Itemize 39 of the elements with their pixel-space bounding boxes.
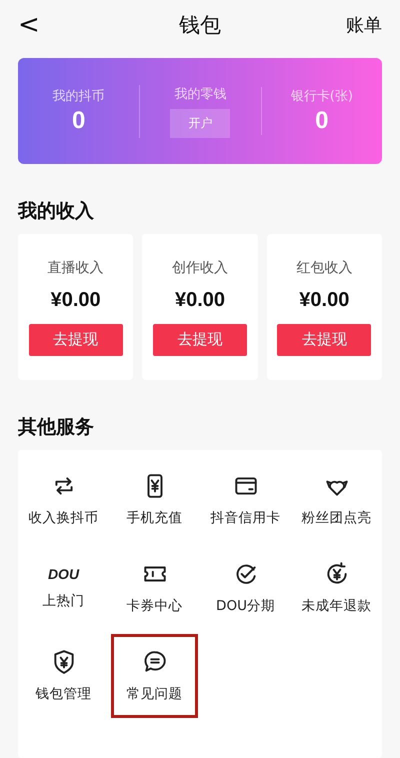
balance-label: 银行卡(张) [290, 88, 353, 105]
service-item[interactable]: 收入换抖币 [20, 458, 107, 542]
income-amount: ¥0.00 [50, 288, 101, 312]
withdraw-button[interactable]: 去提现 [277, 324, 372, 356]
withdraw-button[interactable]: 去提现 [152, 324, 247, 356]
withdraw-button[interactable]: 去提现 [28, 324, 123, 356]
service-label[interactable]: 卡券中心 [126, 597, 182, 615]
service-item[interactable]: DOU 上热门 [20, 546, 107, 630]
service-label[interactable]: 收入换抖币 [28, 509, 98, 527]
income-label: 直播收入 [48, 258, 104, 276]
service-label[interactable]: 未成年退款 [302, 597, 372, 615]
service-item[interactable]: DOU分期 [202, 546, 289, 630]
service-label[interactable]: 抖音信用卡 [210, 509, 280, 527]
income-label: 红包收入 [296, 258, 352, 276]
balance-label: 我的零钱 [174, 86, 226, 102]
service-label[interactable]: 上热门 [42, 592, 84, 610]
service-label[interactable]: DOU分期 [216, 597, 275, 615]
service-item[interactable]: 抖音信用卡 [202, 458, 289, 542]
service-label[interactable]: 常见问题 [126, 685, 182, 703]
service-item[interactable]: 粉丝团点亮 [293, 458, 380, 542]
service-label[interactable]: 钱包管理 [36, 685, 92, 703]
balance-value: 0 [72, 107, 86, 135]
service-item[interactable]: 手机充值 [111, 458, 198, 542]
back-button[interactable]: < [18, 10, 58, 40]
service-label[interactable]: 手机充值 [126, 509, 182, 527]
balance-value: 0 [315, 107, 328, 135]
page-title: 钱包 [179, 12, 221, 39]
balance-label: 我的抖币 [52, 88, 105, 105]
service-item[interactable]: 钱包管理 [20, 634, 107, 718]
section-title: 其他服务 [17, 415, 95, 440]
income-label: 创作收入 [172, 258, 228, 276]
service-label[interactable]: 粉丝团点亮 [302, 509, 372, 527]
section-title: 我的收入 [16, 199, 95, 224]
dou-logo-icon: DOU [48, 566, 80, 582]
service-item[interactable]: 卡券中心 [111, 546, 198, 630]
service-item[interactable]: 未成年退款 [293, 546, 380, 630]
income-amount: ¥0.00 [174, 288, 226, 312]
income-amount: ¥0.00 [299, 288, 350, 312]
bill-link[interactable]: 账单 [342, 13, 382, 37]
